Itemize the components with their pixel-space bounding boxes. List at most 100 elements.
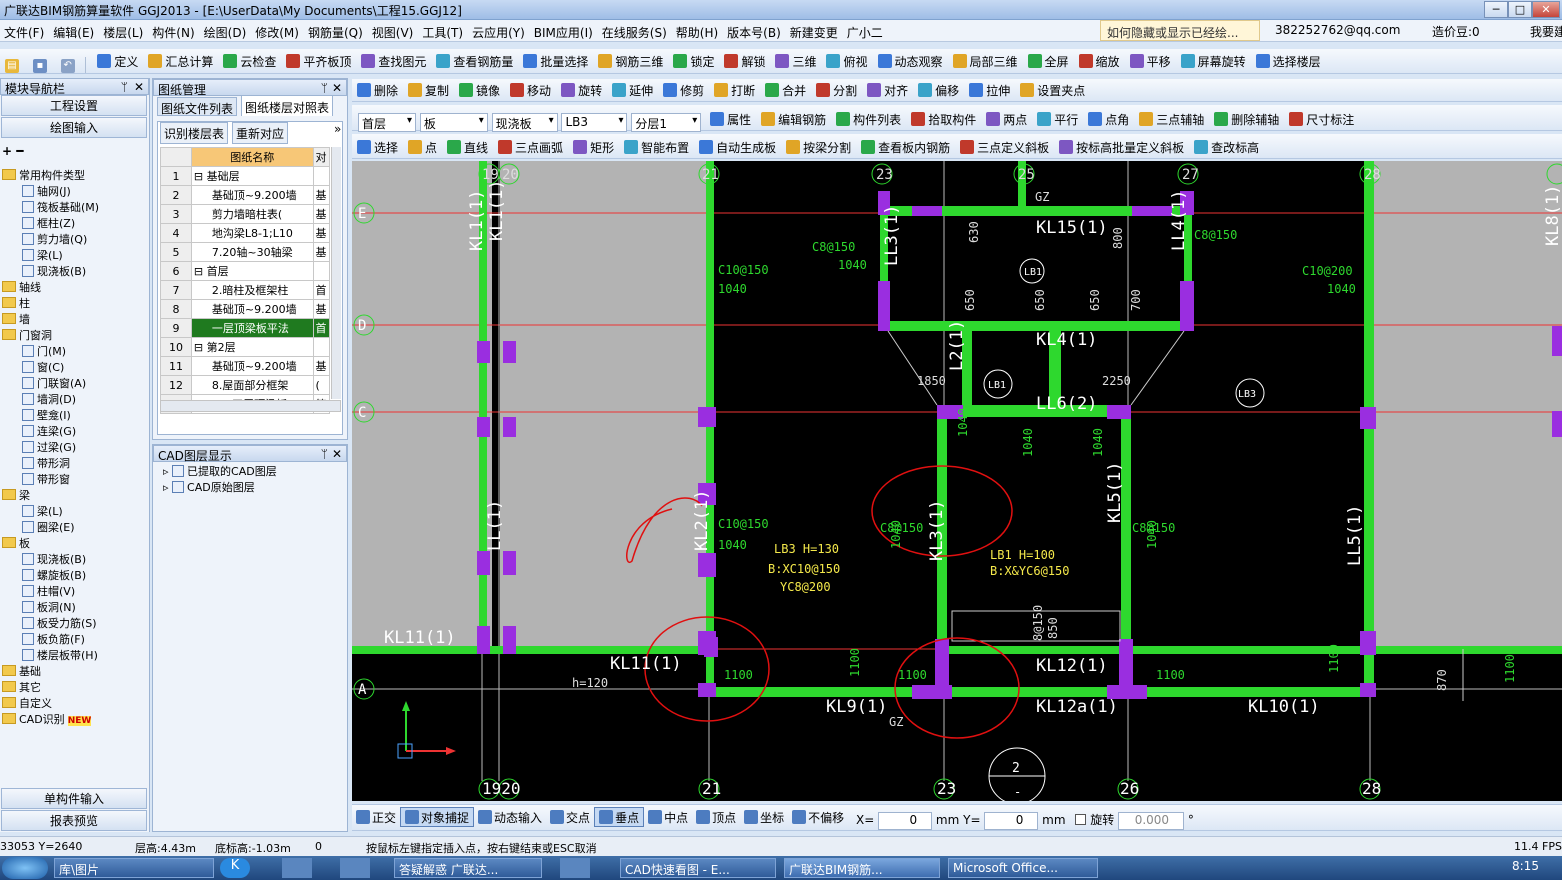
toolbar2-button-11[interactable]: 偏移 xyxy=(913,79,964,101)
tree-node[interactable]: CAD识别 NEW xyxy=(2,712,148,728)
menu-item[interactable]: 帮助(H) xyxy=(672,20,723,42)
app-icon[interactable] xyxy=(282,858,312,878)
snap-toggle[interactable]: 正交 xyxy=(352,807,400,827)
toolbar3-button-7[interactable]: 三点辅轴 xyxy=(1134,108,1209,130)
toolbar2-button-0[interactable]: 删除 xyxy=(352,79,403,101)
rotate-checkbox[interactable] xyxy=(1075,814,1087,825)
snap-toggle[interactable]: 坐标 xyxy=(740,807,788,827)
type-select[interactable]: 板 xyxy=(419,113,488,132)
toolbar1-button-9[interactable]: 解锁 xyxy=(719,50,770,72)
toolbar4-button-3[interactable]: 三点画弧 xyxy=(493,136,568,158)
menu-item[interactable]: 文件(F) xyxy=(0,20,49,42)
app-icon[interactable] xyxy=(560,858,590,878)
open-icon[interactable]: ▤ xyxy=(0,55,24,77)
expand-all-icon[interactable]: + ━ xyxy=(2,144,23,158)
table-row[interactable]: 1 ⊟ 基础层 xyxy=(160,166,330,186)
drawing-name-cell[interactable]: 一层顶梁板平法 xyxy=(190,318,314,338)
snap-toggle[interactable]: 不偏移 xyxy=(788,807,848,827)
menu-item[interactable]: 新建变更 xyxy=(786,20,843,42)
tree-node[interactable]: 轴线 xyxy=(2,280,148,296)
table-row[interactable]: 11 基础顶~9.200墙 基 xyxy=(160,356,330,376)
single-input-button[interactable]: 单构件输入 xyxy=(1,788,147,809)
snap-toggle[interactable]: 中点 xyxy=(644,807,692,827)
toolbar2-button-5[interactable]: 延伸 xyxy=(607,79,658,101)
toolbar4-button-5[interactable]: 智能布置 xyxy=(619,136,694,158)
tree-node[interactable]: 过梁(G) xyxy=(2,440,148,456)
toolbar1-button-3[interactable]: 平齐板顶 xyxy=(281,50,356,72)
snap-toggle[interactable]: 顶点 xyxy=(692,807,740,827)
table-row[interactable]: 10 ⊟ 第2层 xyxy=(160,337,330,357)
toolbar1-button-14[interactable]: 全屏 xyxy=(1023,50,1074,72)
menu-item[interactable]: 视图(V) xyxy=(368,20,419,42)
toolbar4-button-11[interactable]: 查改标高 xyxy=(1189,136,1264,158)
menu-item[interactable]: 广小二 xyxy=(843,20,888,42)
drawing-name-cell[interactable]: 地沟梁L8-1;L10 xyxy=(190,223,314,243)
toolbar2-button-13[interactable]: 设置夹点 xyxy=(1015,79,1090,101)
toolbar1-button-4[interactable]: 查找图元 xyxy=(356,50,431,72)
report-preview-button[interactable]: 报表预览 xyxy=(1,810,147,831)
tree-node[interactable]: 现浇板(B) xyxy=(2,264,148,280)
menu-item[interactable]: 楼层(L) xyxy=(99,20,148,42)
table-row[interactable]: 5 7.20轴~30轴梁 基 xyxy=(160,242,330,262)
toolbar3-button-3[interactable]: 拾取构件 xyxy=(906,108,981,130)
pin-icon[interactable]: ᛘ xyxy=(321,447,328,461)
tree-node[interactable]: 带形洞 xyxy=(2,456,148,472)
tree-node[interactable]: 柱帽(V) xyxy=(2,584,148,600)
app-k-icon[interactable]: K xyxy=(220,858,250,878)
drawing-name-cell[interactable]: ⊟ 第2层 xyxy=(190,337,314,357)
pin-icon[interactable]: ᛘ xyxy=(321,81,328,95)
drawing-name-cell[interactable]: ⊟ 基础层 xyxy=(190,166,314,186)
table-row[interactable]: 6 ⊟ 首层 xyxy=(160,261,330,281)
component-select[interactable]: LB3 xyxy=(561,113,628,132)
hint-box[interactable]: 如何隐藏或显示已经绘... xyxy=(1100,20,1260,41)
toolbar4-button-8[interactable]: 查看板内钢筋 xyxy=(856,136,955,158)
save-icon[interactable]: ▪ xyxy=(28,55,52,77)
toolbar1-button-0[interactable]: 定义 xyxy=(92,50,143,72)
tree-node[interactable]: 板 xyxy=(2,536,148,552)
undo-icon[interactable]: ↶ xyxy=(56,55,80,77)
tree-node[interactable]: 窗(C) xyxy=(2,360,148,376)
tree-node[interactable]: 门(M) xyxy=(2,344,148,360)
drawing-input-button[interactable]: 绘图输入 xyxy=(1,117,147,138)
snap-toggle[interactable]: 垂点 xyxy=(594,807,645,827)
toolbar3-button-8[interactable]: 删除辅轴 xyxy=(1209,108,1284,130)
toolbar3-button-0[interactable]: 属性 xyxy=(705,108,756,130)
cad-layer-original[interactable]: ▹ CAD原始图层 xyxy=(163,480,337,496)
snap-toggle[interactable]: 动态输入 xyxy=(474,807,546,827)
tree-node[interactable]: 连梁(G) xyxy=(2,424,148,440)
minimize-button[interactable]: ─ xyxy=(1484,1,1508,18)
drawing-name-cell[interactable]: 基础顶~9.200墙 xyxy=(190,299,314,319)
tree-node[interactable]: 墙 xyxy=(2,312,148,328)
tree-node[interactable]: 梁(L) xyxy=(2,248,148,264)
task-item[interactable]: Microsoft Office... xyxy=(948,858,1098,878)
horizontal-scrollbar[interactable] xyxy=(160,400,341,412)
help-link[interactable]: 我要建 xyxy=(1530,23,1562,40)
tree-node[interactable]: 墙洞(D) xyxy=(2,392,148,408)
table-row[interactable]: 4 地沟梁L8-1;L10 基 xyxy=(160,223,330,243)
menu-item[interactable]: 在线服务(S) xyxy=(598,20,672,42)
table-row[interactable]: 12 8.屋面部分框架 ( xyxy=(160,375,330,395)
tree-node[interactable]: 板受力筋(S) xyxy=(2,616,148,632)
toolbar1-button-7[interactable]: 钢筋三维 xyxy=(593,50,668,72)
menu-item[interactable]: BIM应用(I) xyxy=(530,20,598,42)
table-row[interactable]: 7 2.暗柱及框架柱 首 xyxy=(160,280,330,300)
tree-node[interactable]: 壁龛(I) xyxy=(2,408,148,424)
start-icon[interactable] xyxy=(2,857,48,879)
toolbar3-button-9[interactable]: 尺寸标注 xyxy=(1284,108,1359,130)
maximize-button[interactable]: □ xyxy=(1508,1,1532,18)
tree-node[interactable]: 剪力墙(Q) xyxy=(2,232,148,248)
toolbar4-button-9[interactable]: 三点定义斜板 xyxy=(955,136,1054,158)
x-offset-input[interactable]: 0 xyxy=(878,811,933,830)
pin-icon[interactable]: ᛘ xyxy=(121,80,128,94)
toolbar1-button-15[interactable]: 缩放 xyxy=(1074,50,1125,72)
tree-node[interactable]: 圈梁(E) xyxy=(2,520,148,536)
app-icon[interactable] xyxy=(340,858,370,878)
more-icon[interactable]: » xyxy=(334,122,341,136)
menu-item[interactable]: 绘图(D) xyxy=(200,20,252,42)
tree-node[interactable]: 螺旋板(B) xyxy=(2,568,148,584)
tree-node[interactable]: 柱 xyxy=(2,296,148,312)
menu-item[interactable]: 工具(T) xyxy=(418,20,468,42)
tree-node[interactable]: 门联窗(A) xyxy=(2,376,148,392)
close-panel-icon[interactable]: ✕ xyxy=(134,80,144,94)
toolbar1-button-10[interactable]: 三维 xyxy=(770,50,821,72)
